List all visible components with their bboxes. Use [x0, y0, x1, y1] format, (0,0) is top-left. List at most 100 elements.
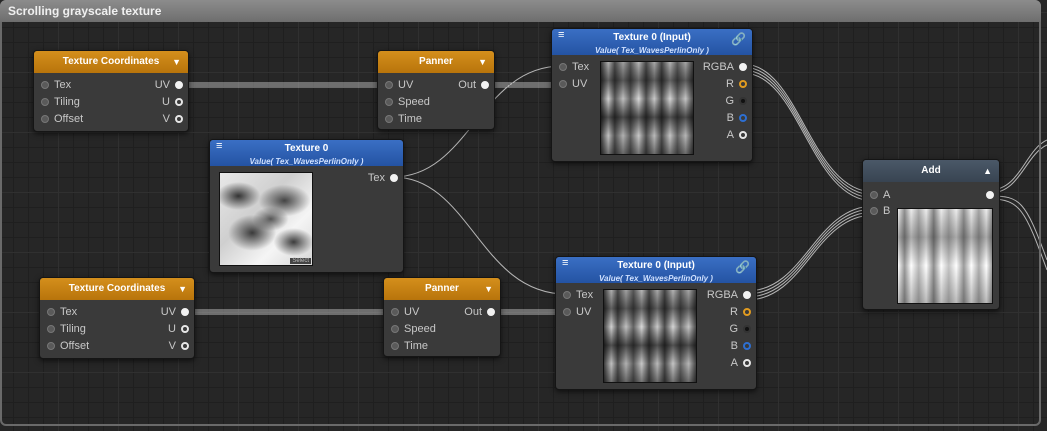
port-dot-icon[interactable] — [390, 174, 398, 183]
port-dot-icon[interactable] — [181, 342, 189, 351]
port-dot-icon[interactable] — [870, 191, 878, 200]
port-dot-icon[interactable] — [181, 308, 189, 317]
node-header[interactable]: Add ▲ — [863, 160, 999, 182]
port-dot-icon[interactable] — [743, 308, 751, 317]
port-dot-icon[interactable] — [385, 115, 393, 124]
triangle-down-icon[interactable]: ▼ — [484, 278, 493, 300]
port-dot-icon[interactable] — [743, 325, 751, 334]
port-dot-icon[interactable] — [47, 342, 55, 351]
node-header[interactable]: Texture Coordinates ▼ — [40, 278, 194, 300]
input-port-offset[interactable]: Offset — [36, 112, 83, 126]
port-dot-icon[interactable] — [870, 207, 878, 216]
texture-coordinates-node-1[interactable]: Texture Coordinates ▼ Tex Tiling Offset … — [33, 50, 189, 132]
input-port-uv[interactable]: UV — [558, 305, 591, 319]
port-dot-icon[interactable] — [175, 81, 183, 90]
output-port-u[interactable]: U — [162, 95, 188, 109]
port-dot-icon[interactable] — [181, 325, 189, 334]
output-port[interactable] — [981, 188, 999, 202]
output-port-v[interactable]: V — [169, 339, 194, 353]
output-port-a[interactable]: A — [731, 356, 756, 370]
port-dot-icon[interactable] — [385, 98, 393, 107]
port-dot-icon[interactable] — [391, 308, 399, 317]
texture-input-node-1[interactable]: ≡ Texture 0 (Input) Value( Tex_WavesPerl… — [551, 28, 753, 162]
output-port-b[interactable]: B — [731, 339, 756, 353]
port-dot-icon[interactable] — [563, 291, 571, 300]
input-port-tex[interactable]: Tex — [36, 78, 71, 92]
triangle-up-icon[interactable]: ▲ — [983, 160, 992, 182]
triangle-down-icon[interactable]: ▼ — [172, 51, 181, 73]
input-port-speed[interactable]: Speed — [380, 95, 430, 109]
port-dot-icon[interactable] — [391, 325, 399, 334]
chain-link-icon[interactable]: 🔗 — [731, 33, 746, 46]
input-port-speed[interactable]: Speed — [386, 322, 436, 336]
port-dot-icon[interactable] — [487, 308, 495, 317]
texture-coordinates-node-2[interactable]: Texture Coordinates ▼ Tex Tiling Offset … — [39, 277, 195, 359]
node-header[interactable]: ≡ Texture 0 (Input) Value( Tex_WavesPerl… — [556, 257, 756, 283]
input-port-a[interactable]: A — [865, 188, 890, 202]
panner-node-1[interactable]: Panner ▼ UV Speed Time Out — [377, 50, 495, 130]
node-header[interactable]: ≡ Texture 0 Value( Tex_WavesPerlinOnly ) — [210, 140, 403, 166]
output-port-v[interactable]: V — [163, 112, 188, 126]
port-dot-icon[interactable] — [743, 359, 751, 368]
texture-input-node-2[interactable]: ≡ Texture 0 (Input) Value( Tex_WavesPerl… — [555, 256, 757, 390]
input-port-tex[interactable]: Tex — [42, 305, 77, 319]
hamburger-icon[interactable]: ≡ — [558, 29, 564, 42]
port-dot-icon[interactable] — [559, 80, 567, 89]
port-dot-icon[interactable] — [41, 115, 49, 124]
port-dot-icon[interactable] — [739, 63, 747, 72]
input-port-uv[interactable]: UV — [554, 77, 587, 91]
output-port-out[interactable]: Out — [464, 305, 500, 319]
output-port-a[interactable]: A — [727, 128, 752, 142]
node-header[interactable]: ≡ Texture 0 (Input) Value( Tex_WavesPerl… — [552, 29, 752, 55]
hamburger-icon[interactable]: ≡ — [216, 140, 222, 153]
output-port-g[interactable]: G — [725, 94, 752, 108]
node-header[interactable]: Panner ▼ — [378, 51, 494, 73]
input-port-uv[interactable]: UV — [380, 78, 413, 92]
hamburger-icon[interactable]: ≡ — [562, 257, 568, 270]
port-dot-icon[interactable] — [986, 191, 994, 200]
port-dot-icon[interactable] — [739, 80, 747, 89]
input-port-tiling[interactable]: Tiling — [36, 95, 80, 109]
input-port-time[interactable]: Time — [386, 339, 428, 353]
input-port-tex[interactable]: Tex — [554, 60, 589, 74]
port-dot-icon[interactable] — [739, 97, 747, 106]
output-port-tex[interactable]: Tex — [368, 171, 403, 185]
add-node[interactable]: Add ▲ A B — [862, 159, 1000, 310]
input-port-tiling[interactable]: Tiling — [42, 322, 86, 336]
port-dot-icon[interactable] — [739, 131, 747, 140]
panner-node-2[interactable]: Panner ▼ UV Speed Time Out — [383, 277, 501, 357]
input-port-offset[interactable]: Offset — [42, 339, 89, 353]
input-port-tex[interactable]: Tex — [558, 288, 593, 302]
output-port-r[interactable]: R — [726, 77, 752, 91]
select-button[interactable]: Select — [290, 258, 311, 264]
port-dot-icon[interactable] — [175, 98, 183, 107]
output-port-uv[interactable]: UV — [161, 305, 194, 319]
input-port-uv[interactable]: UV — [386, 305, 419, 319]
port-dot-icon[interactable] — [41, 81, 49, 90]
chain-link-icon[interactable]: 🔗 — [735, 261, 750, 274]
output-port-out[interactable]: Out — [458, 78, 494, 92]
triangle-down-icon[interactable]: ▼ — [178, 278, 187, 300]
port-dot-icon[interactable] — [743, 342, 751, 351]
input-port-b[interactable]: B — [865, 204, 890, 218]
port-dot-icon[interactable] — [47, 325, 55, 334]
port-dot-icon[interactable] — [563, 308, 571, 317]
output-port-b[interactable]: B — [727, 111, 752, 125]
port-dot-icon[interactable] — [481, 81, 489, 90]
texture-property-node[interactable]: ≡ Texture 0 Value( Tex_WavesPerlinOnly )… — [209, 139, 404, 273]
output-port-r[interactable]: R — [730, 305, 756, 319]
output-port-rgba[interactable]: RGBA — [707, 288, 756, 302]
port-dot-icon[interactable] — [175, 115, 183, 124]
port-dot-icon[interactable] — [41, 98, 49, 107]
group-title[interactable]: Scrolling grayscale texture — [0, 0, 1041, 22]
output-port-uv[interactable]: UV — [155, 78, 188, 92]
output-port-g[interactable]: G — [729, 322, 756, 336]
output-port-rgba[interactable]: RGBA — [703, 60, 752, 74]
node-header[interactable]: Panner ▼ — [384, 278, 500, 300]
output-port-u[interactable]: U — [168, 322, 194, 336]
input-port-time[interactable]: Time — [380, 112, 422, 126]
port-dot-icon[interactable] — [559, 63, 567, 72]
port-dot-icon[interactable] — [391, 342, 399, 351]
port-dot-icon[interactable] — [385, 81, 393, 90]
node-header[interactable]: Texture Coordinates ▼ — [34, 51, 188, 73]
